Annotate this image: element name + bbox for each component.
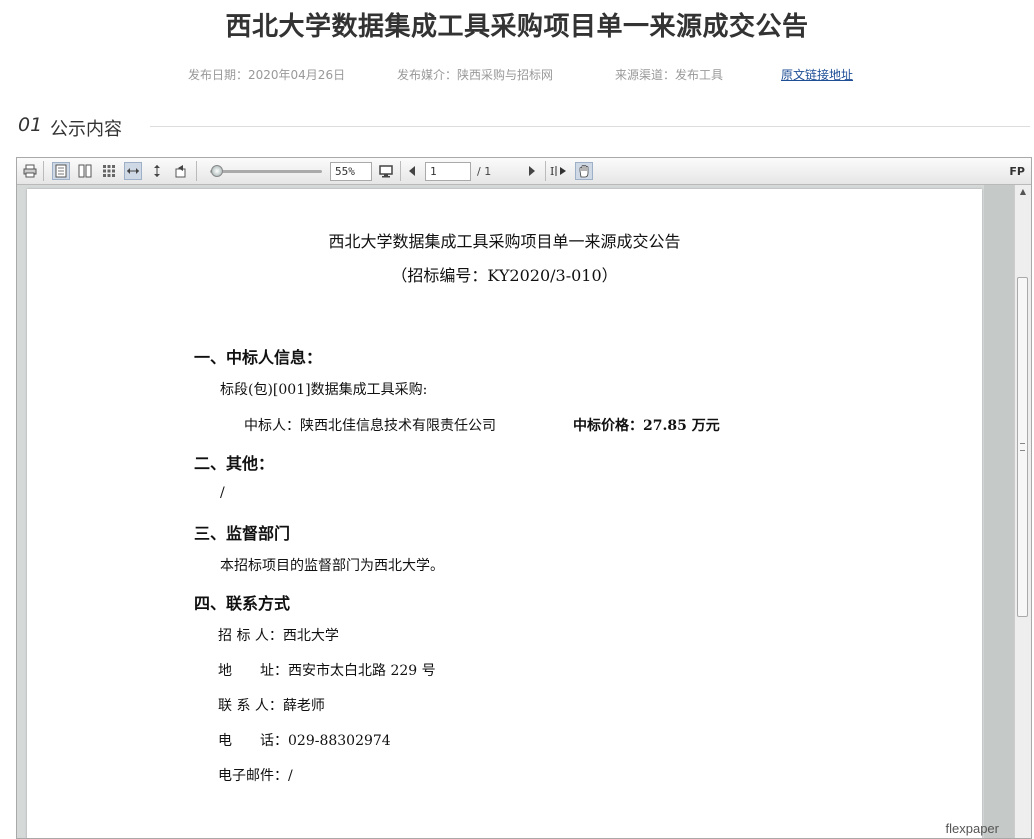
document-page: 西北大学数据集成工具采购项目单一来源成交公告 （招标编号：KY2020/3-01… [27, 189, 982, 838]
section-header: 01 公示内容 [18, 114, 1030, 140]
doc-title: 西北大学数据集成工具采购项目单一来源成交公告 [328, 232, 681, 251]
section-supervision-heading: 三、监督部门 [194, 524, 291, 543]
contact-email: 电子邮件：/ [218, 768, 293, 784]
vertical-scrollbar[interactable]: ▲ [1014, 185, 1031, 838]
zoom-slider-track[interactable] [210, 170, 322, 173]
section-label: 公示内容 [50, 119, 122, 140]
fullscreen-icon[interactable] [377, 162, 395, 180]
page-gutter [984, 185, 1014, 838]
doc-code: （招标编号：KY2020/3-010） [391, 266, 618, 285]
page-number-input[interactable] [425, 162, 471, 181]
section-other-heading: 二、其他： [194, 454, 275, 473]
viewer-toolbar: / 1 I FP [17, 158, 1031, 185]
contact-person: 联 系 人：薛老师 [218, 698, 325, 714]
scroll-up-arrow-icon[interactable]: ▲ [1018, 187, 1028, 197]
section-divider [150, 126, 1030, 127]
fit-height-icon[interactable] [148, 162, 166, 180]
contact-phone: 电 话：029-88302974 [218, 733, 391, 749]
flexpaper-logo: flexpaper [945, 821, 999, 836]
rotate-icon[interactable] [172, 162, 190, 180]
thumbnails-icon[interactable] [100, 162, 118, 180]
lot-line: 标段(包)[001]数据集成工具采购: [220, 382, 428, 398]
page-total: / 1 [477, 165, 492, 178]
brand-short: FP [1009, 165, 1025, 178]
next-page-icon[interactable] [523, 162, 541, 180]
publish-media: 发布媒介：陕西采购与招标网 [397, 68, 554, 82]
contact-bidder: 招 标 人：西北大学 [218, 628, 339, 644]
contact-address: 地 址：西安市太白北路 229 号 [218, 663, 436, 679]
section-number: 01 [18, 114, 43, 136]
prev-page-icon[interactable] [403, 162, 421, 180]
text-select-icon[interactable]: I [550, 162, 568, 180]
publish-date: 发布日期：2020年04月26日 [188, 68, 346, 82]
hand-tool-icon[interactable] [575, 162, 593, 180]
zoom-slider-handle[interactable] [211, 165, 223, 177]
two-page-icon[interactable] [76, 162, 94, 180]
other-text: / [220, 485, 225, 501]
document-viewer: / 1 I FP 西北大学数据集成工具采购项目单一来源成交公告 （招标编号：KY… [16, 157, 1032, 839]
scrollbar-thumb[interactable] [1017, 277, 1028, 617]
section-winner-heading: 一、中标人信息： [194, 348, 323, 367]
winning-price: 中标价格：27.85 万元 [573, 418, 720, 434]
zoom-input[interactable] [330, 162, 372, 181]
fit-width-icon[interactable] [124, 162, 142, 180]
original-link[interactable]: 原文链接地址 [781, 66, 853, 83]
svg-text:I: I [550, 165, 554, 178]
source-channel: 来源渠道：发布工具 [615, 68, 724, 82]
single-page-icon[interactable] [52, 162, 70, 180]
section-contact-heading: 四、联系方式 [194, 594, 291, 613]
print-icon[interactable] [21, 162, 39, 180]
winner-line: 中标人：陕西北佳信息技术有限责任公司 [244, 418, 496, 434]
page-title: 西北大学数据集成工具采购项目单一来源成交公告 [225, 12, 809, 42]
supervision-text: 本招标项目的监督部门为西北大学。 [220, 558, 444, 574]
meta-row: 发布日期：2020年04月26日 发布媒介：陕西采购与招标网 来源渠道：发布工具… [0, 66, 1034, 82]
